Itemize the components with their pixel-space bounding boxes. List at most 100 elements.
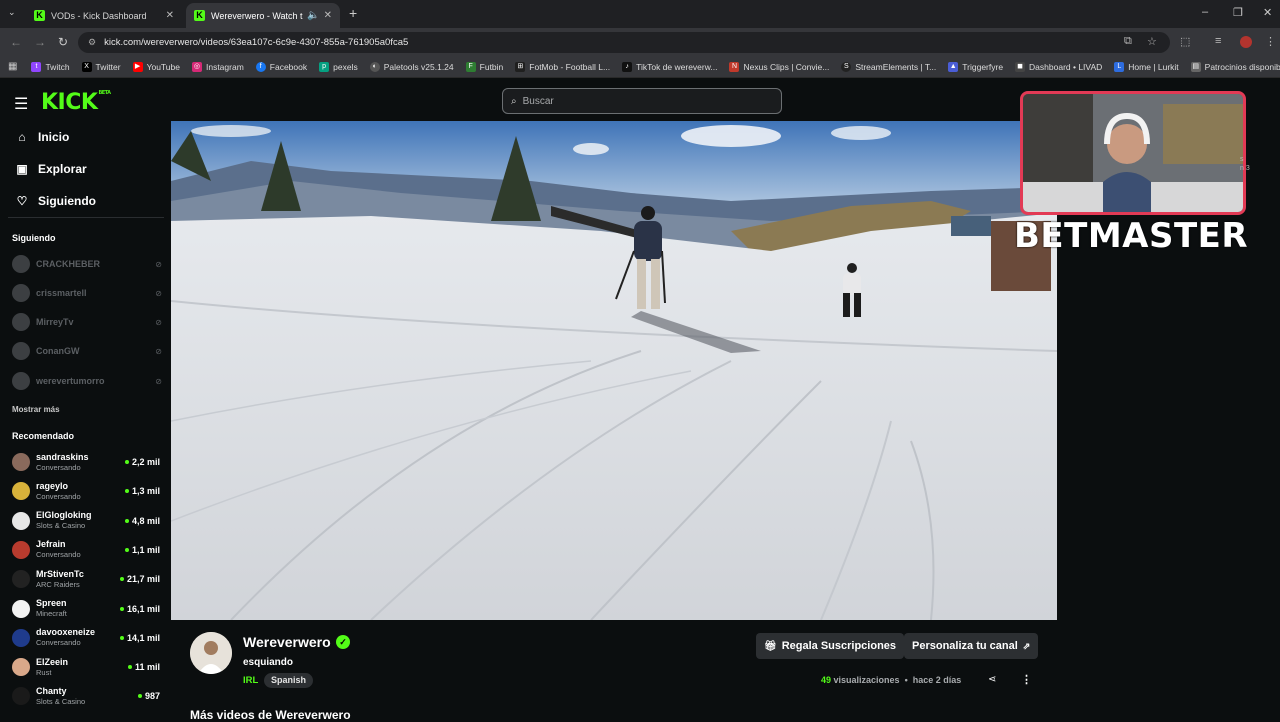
show-more-link[interactable]: Mostrar más: [12, 405, 60, 414]
bookmark-patrocinios[interactable]: ▤ Patrocinios disponib...: [1190, 61, 1280, 72]
kick-logo[interactable]: KICKBETA: [41, 90, 111, 115]
tab-search-icon[interactable]: ⌄: [8, 7, 16, 18]
maximize-icon[interactable]: ❐: [1233, 6, 1243, 19]
share-icon[interactable]: ⋖: [988, 674, 996, 685]
live-dot-icon: [119, 635, 124, 640]
avatar: [12, 687, 30, 706]
audio-icon[interactable]: 🔈: [307, 10, 319, 21]
apps-icon[interactable]: ▦: [8, 61, 17, 72]
close-tab-icon[interactable]: ✕: [166, 10, 174, 21]
kick-favicon-icon: K: [34, 10, 45, 21]
recommended-item[interactable]: davooxeneize Conversando 14,1 mil: [12, 624, 160, 652]
tiktok-icon: ♪: [622, 61, 633, 72]
bookmark-star-icon[interactable]: ☆: [1147, 35, 1157, 48]
new-tab-button[interactable]: +: [349, 5, 357, 21]
address-bar-row: ← → ↻ ⚙ kick.com/wereverwero/videos/63ea…: [0, 28, 1280, 56]
following-item[interactable]: CRACKHEBER ⊘: [12, 254, 162, 274]
bookmark-futbin[interactable]: F Futbin: [465, 61, 503, 72]
bookmark-instagram[interactable]: ◎ Instagram: [191, 61, 244, 72]
video-stats: 49 visualizaciones • hace 2 días: [821, 675, 962, 685]
browser-tab-vods[interactable]: K VODs - Kick Dashboard ✕: [26, 3, 182, 28]
avatar: [12, 599, 30, 618]
url-field[interactable]: ⚙ kick.com/wereverwero/videos/63ea107c-6…: [78, 32, 1170, 53]
minimize-icon[interactable]: –: [1202, 6, 1208, 18]
webcam-image: [1023, 94, 1243, 212]
url-text: kick.com/wereverwero/videos/63ea107c-6c9…: [104, 37, 409, 48]
nav-siguiendo[interactable]: ♡ Siguiendo: [14, 194, 96, 208]
profile-avatar[interactable]: [1240, 36, 1252, 48]
viewer-count: 4,8 mil: [124, 516, 160, 526]
video-player[interactable]: [171, 121, 1057, 620]
bookmark-pexels[interactable]: p pexels: [319, 61, 358, 72]
bookmark-triggerfyre[interactable]: ▲ Triggerfyre: [948, 61, 1003, 72]
viewer-count: 2,2 mil: [124, 457, 160, 467]
category-label: Conversando: [36, 638, 81, 648]
viewer-count: 1,1 mil: [124, 545, 160, 555]
recommended-item[interactable]: sandraskins Conversando 2,2 mil: [12, 448, 160, 476]
bookmark-tiktok[interactable]: ♪ TikTok de wereverw...: [622, 61, 717, 72]
reload-icon[interactable]: ↻: [58, 35, 68, 49]
recommended-item[interactable]: ElGlogloking Slots & Casino 4,8 mil: [12, 507, 160, 535]
browser-tab-watch[interactable]: K Wereverwero - Watch the V 🔈 ✕: [186, 3, 340, 28]
recommended-item[interactable]: rageylo Conversando 1,3 mil: [12, 477, 160, 505]
live-dot-icon: [137, 694, 142, 699]
bookmark-fotmob[interactable]: ⊞ FotMob - Football L...: [515, 61, 610, 72]
gift-subscriptions-button[interactable]: 🎁︎ Regala Suscripciones: [756, 633, 905, 659]
language-tag[interactable]: Spanish: [264, 673, 314, 688]
channel-avatar[interactable]: [190, 632, 232, 674]
recommended-item[interactable]: ElZeein Rust 11 mil: [12, 653, 160, 681]
webcam-overlay: [1020, 91, 1246, 215]
more-options-icon[interactable]: ⋮: [1021, 673, 1032, 686]
bookmark-lurkit[interactable]: L Home | Lurkit: [1114, 61, 1179, 72]
verified-icon: ✓: [336, 635, 350, 649]
extensions-icon[interactable]: ⬚: [1180, 35, 1190, 48]
forward-icon[interactable]: →: [34, 35, 46, 49]
following-item[interactable]: werevertumorro ⊘: [12, 371, 162, 391]
back-icon[interactable]: ←: [10, 35, 22, 49]
facebook-icon: f: [255, 61, 266, 72]
offline-icon: ⊘: [155, 288, 162, 298]
avatar: [12, 540, 30, 559]
recommended-item[interactable]: Jefrain Conversando 1,1 mil: [12, 536, 160, 564]
bookmark-nexus[interactable]: N Nexus Clips | Convie...: [729, 61, 829, 72]
viewer-count: 14,1 mil: [119, 633, 160, 643]
menu-icon[interactable]: ⋮: [1265, 35, 1276, 48]
live-dot-icon: [119, 577, 124, 582]
nav-explorar[interactable]: ▣ Explorar: [14, 162, 86, 176]
offline-icon: ⊘: [155, 259, 162, 269]
category-link[interactable]: IRL: [243, 675, 258, 686]
channel-name: ElGlogloking: [36, 510, 92, 521]
recommended-item[interactable]: Chanty Slots & Casino 987: [12, 682, 160, 710]
search-input[interactable]: ⌕ Buscar: [502, 88, 782, 114]
hamburger-menu-icon[interactable]: ☰: [14, 94, 28, 114]
bookmark-twitch[interactable]: t Twitch: [31, 61, 70, 72]
video-age: hace 2 días: [912, 675, 962, 685]
avatar: [12, 570, 30, 589]
kick-page: ☰ KICKBETA ⌕ Buscar ⌂ Inicio ▣ Explorar ♡ S…: [0, 78, 1280, 722]
following-item[interactable]: ConanGW ⊘: [12, 341, 162, 361]
following-item[interactable]: crissmartell ⊘: [12, 283, 162, 303]
customize-channel-button[interactable]: Personaliza tu canal ⇗: [904, 633, 1039, 659]
avatar: [12, 284, 30, 302]
channel-name[interactable]: Wereverwero: [243, 634, 331, 650]
category-label: Conversando: [36, 550, 81, 560]
recommended-item[interactable]: MrStivenTc ARC Raiders 21,7 mil: [12, 565, 160, 593]
close-window-icon[interactable]: ✕: [1263, 6, 1272, 19]
bookmark-livad[interactable]: ◼ Dashboard • LIVAD: [1015, 61, 1102, 72]
viewer-count: 11 mil: [127, 662, 160, 672]
bookmark-streamelements[interactable]: S StreamElements | T...: [841, 61, 936, 72]
recommended-item[interactable]: Spreen Minecraft 16,1 mil: [12, 595, 160, 623]
following-item[interactable]: MirreyTv ⊘: [12, 312, 162, 332]
nav-inicio[interactable]: ⌂ Inicio: [14, 130, 69, 144]
bookmark-youtube[interactable]: ▶ YouTube: [132, 61, 180, 72]
bookmark-facebook[interactable]: f Facebook: [255, 61, 307, 72]
avatar: [12, 313, 30, 331]
bookmark-twitter[interactable]: X Twitter: [81, 61, 121, 72]
translate-icon[interactable]: ⧉: [1124, 35, 1132, 48]
media-control-icon[interactable]: ≡: [1215, 35, 1221, 47]
close-tab-icon[interactable]: ✕: [324, 10, 332, 21]
following-section-title: Siguiendo: [12, 233, 56, 243]
site-info-icon[interactable]: ⚙: [88, 37, 96, 48]
tab-title: Wereverwero - Watch the V: [211, 10, 303, 21]
bookmark-paletools[interactable]: ◐ Paletools v25.1.24: [369, 61, 454, 72]
